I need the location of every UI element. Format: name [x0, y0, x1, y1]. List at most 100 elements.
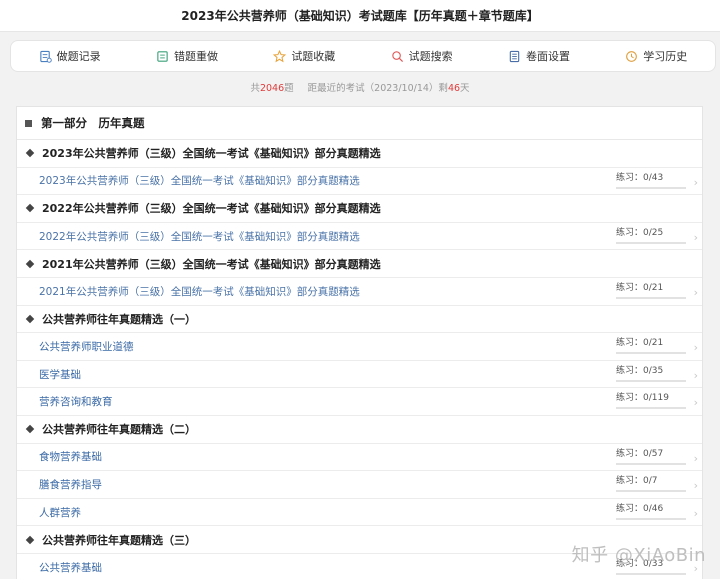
list-item[interactable]: 人群营养 练习：0/46 ›: [17, 499, 702, 527]
diamond-bullet-icon: [25, 314, 35, 324]
progress-block: 练习：0/21: [616, 282, 688, 299]
list-item[interactable]: 膳食营养指导 练习：0/7 ›: [17, 471, 702, 499]
history-label: 学习历史: [643, 50, 688, 63]
item-title: 公共营养师职业道德: [39, 340, 134, 353]
settings-icon: [509, 50, 520, 62]
progress-block: 练习：0/57: [616, 448, 688, 465]
diamond-bullet-icon: [25, 259, 35, 268]
item-title: 人群营养: [39, 506, 81, 519]
progress-text: 练习：0/25: [616, 227, 664, 238]
progress-bar: [616, 517, 686, 520]
chevron-right-icon[interactable]: ›: [694, 396, 698, 409]
chevron-right-icon[interactable]: ›: [694, 231, 698, 244]
group-title: 2023年公共营养师（三级）全国统一考试《基础知识》部分真题精选: [42, 147, 381, 161]
group-title: 公共营养师往年真题精选（一）: [42, 312, 196, 326]
progress-block: 练习：0/7: [616, 475, 688, 493]
star-icon: [273, 49, 287, 62]
progress-text: 练习：0/21: [616, 338, 664, 349]
chevron-right-icon[interactable]: ›: [694, 479, 698, 492]
settings-label: 卷面设置: [525, 50, 570, 63]
progress-text: 练习：0/57: [616, 448, 664, 459]
group-header: 2022年公共营养师（三级）全国统一考试《基础知识》部分真题精选: [17, 195, 702, 223]
progress-block: 练习：0/25: [616, 227, 688, 244]
diamond-bullet-icon: [25, 535, 35, 544]
part-title: 第一部分 历年真题: [41, 116, 145, 130]
record-icon: [39, 50, 52, 63]
exam-countdown-prefix: 距最近的考试（2023/10/14）剩: [307, 83, 448, 94]
progress-bar: [616, 296, 686, 299]
group-header: 公共营养师往年真题精选（二）: [17, 416, 702, 444]
chevron-right-icon[interactable]: ›: [694, 369, 698, 382]
progress-text: 练习：0/35: [616, 365, 664, 376]
progress-block: 练习：0/46: [616, 503, 688, 520]
progress-text: 练习：0/46: [616, 503, 664, 514]
days-suffix: 天: [460, 83, 470, 94]
question-list-panel: 第一部分 历年真题 2023年公共营养师（三级）全国统一考试《基础知识》部分真题…: [16, 106, 703, 579]
item-title: 营养咨询和教育: [39, 396, 113, 409]
search-button[interactable]: 试题搜索: [363, 41, 480, 71]
group-list: 2023年公共营养师（三级）全国统一考试《基础知识》部分真题精选 2023年公共营…: [17, 140, 702, 579]
record-label: 做题记录: [56, 50, 101, 63]
search-label: 试题搜索: [408, 50, 453, 63]
list-item[interactable]: 食物营养基础 练习：0/57 ›: [17, 444, 702, 472]
item-title: 2023年公共营养师（三级）全国统一考试《基础知识》部分真题精选: [39, 175, 360, 188]
group-header: 2023年公共营养师（三级）全国统一考试《基础知识》部分真题精选: [17, 140, 702, 168]
chevron-right-icon[interactable]: ›: [694, 286, 698, 299]
diamond-bullet-icon: [25, 149, 35, 158]
progress-text: 练习：0/7: [616, 476, 658, 487]
chevron-right-icon[interactable]: ›: [694, 176, 698, 189]
favorite-button[interactable]: 试题收藏: [246, 41, 363, 71]
list-item[interactable]: 营养咨询和教育 练习：0/119 ›: [17, 388, 702, 416]
favorite-label: 试题收藏: [291, 50, 336, 63]
record-button[interactable]: 做题记录: [11, 41, 128, 71]
history-button[interactable]: 学习历史: [598, 41, 715, 71]
progress-bar: [616, 462, 686, 465]
item-title: 2022年公共营养师（三级）全国统一考试《基础知识》部分真题精选: [39, 230, 360, 243]
total-suffix: 题: [284, 83, 294, 94]
diamond-bullet-icon: [25, 204, 35, 213]
group-title: 2021年公共营养师（三级）全国统一考试《基础知识》部分真题精选: [42, 257, 381, 271]
total-prefix: 共: [250, 83, 260, 94]
days-remaining: 46: [447, 83, 461, 94]
progress-bar: [616, 186, 686, 189]
progress-bar: [616, 352, 686, 355]
group-title: 2022年公共营养师（三级）全国统一考试《基础知识》部分真题精选: [42, 202, 381, 216]
chevron-right-icon[interactable]: ›: [694, 452, 698, 465]
progress-text: 练习：0/21: [616, 282, 664, 293]
group-header: 2021年公共营养师（三级）全国统一考试《基础知识》部分真题精选: [17, 250, 702, 278]
history-icon: [626, 50, 638, 62]
progress-bar: [616, 379, 686, 382]
redo-icon: [157, 50, 168, 62]
page-title: 2023年公共营养师（基础知识）考试题库【历年真题＋章节题库】: [181, 9, 539, 23]
list-item[interactable]: 医学基础 练习：0/35 ›: [17, 361, 702, 389]
item-title: 膳食营养指导: [39, 478, 102, 491]
progress-bar: [616, 490, 686, 493]
list-item[interactable]: 2023年公共营养师（三级）全国统一考试《基础知识》部分真题精选 练习：0/43 ›: [17, 168, 702, 196]
chevron-right-icon[interactable]: ›: [694, 341, 698, 354]
redo-label: 错题重做: [173, 50, 218, 63]
redo-button[interactable]: 错题重做: [128, 41, 245, 71]
list-item[interactable]: 2022年公共营养师（三级）全国统一考试《基础知识》部分真题精选 练习：0/25 ›: [17, 223, 702, 251]
progress-text: 练习：0/43: [616, 172, 664, 183]
group-title: 公共营养师往年真题精选（三）: [42, 533, 196, 547]
progress-text: 练习：0/119: [616, 393, 669, 404]
progress-block: 练习：0/119: [616, 392, 688, 410]
progress-bar: [616, 407, 686, 410]
stats-line: 共2046题 距最近的考试（2023/10/14）剩46天: [0, 80, 720, 94]
progress-bar: [616, 572, 686, 575]
group-header: 公共营养师往年真题精选（一）: [17, 306, 702, 334]
settings-button[interactable]: 卷面设置: [480, 41, 597, 71]
item-title: 食物营养基础: [39, 451, 102, 464]
progress-bar: [616, 241, 686, 244]
diamond-bullet-icon: [25, 424, 35, 434]
search-icon: [391, 50, 403, 62]
total-count: 2046: [259, 83, 285, 94]
item-title: 公共营养基础: [39, 561, 102, 574]
item-title: 医学基础: [39, 368, 81, 381]
progress-block: 练习：0/21: [616, 337, 688, 355]
list-item[interactable]: 2021年公共营养师（三级）全国统一考试《基础知识》部分真题精选 练习：0/21 ›: [17, 278, 702, 306]
list-item[interactable]: 公共营养师职业道德 练习：0/21 ›: [17, 333, 702, 361]
watermark: 知乎 @XiAoBin: [571, 545, 706, 566]
toolbar: 做题记录 错题重做 试题收藏 试题搜索 卷面设置 学习历史: [10, 40, 716, 72]
chevron-right-icon[interactable]: ›: [694, 507, 698, 520]
